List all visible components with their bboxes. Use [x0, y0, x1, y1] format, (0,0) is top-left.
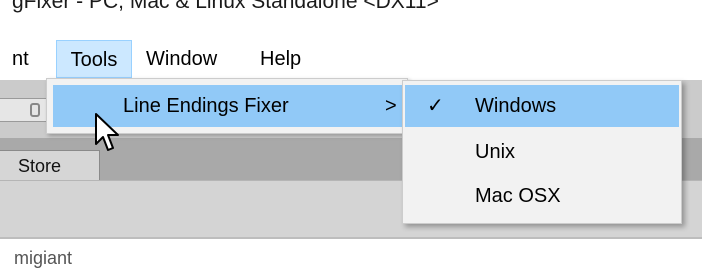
menu-item-help[interactable]: Help [260, 40, 301, 78]
title-bar: gFixer - PC, Mac & Linux Standalone <DX1… [0, 0, 702, 40]
submenu-item-mac-osx[interactable]: Mac OSX [405, 175, 679, 217]
line-endings-submenu: ✓ Windows Unix Mac OSX [402, 80, 682, 224]
submenu-item-windows[interactable]: ✓ Windows [405, 85, 679, 127]
menu-item-partial[interactable]: nt [12, 40, 29, 78]
submenu-item-label: Unix [475, 141, 516, 163]
toolbar-button[interactable] [0, 98, 50, 122]
menu-item-label: Line Endings Fixer [123, 95, 289, 117]
app-window: gFixer - PC, Mac & Linux Standalone <DX1… [0, 0, 702, 268]
tab-store[interactable]: Store [0, 150, 100, 182]
footer-text: migiant [14, 248, 73, 268]
mouse-pointer-icon [95, 113, 119, 151]
submenu-item-label: Windows [475, 95, 557, 117]
menu-bar: nt Tools Window Help [0, 40, 702, 78]
menu-item-tools[interactable]: Tools [56, 40, 132, 78]
toolbar-button-icon [30, 103, 40, 117]
menu-item-window[interactable]: Window [146, 40, 217, 78]
chevron-right-icon: > [385, 95, 397, 117]
panel-divider [0, 237, 702, 239]
submenu-item-unix[interactable]: Unix [405, 131, 679, 173]
checkmark-icon: ✓ [427, 95, 444, 117]
window-title: gFixer - PC, Mac & Linux Standalone <DX1… [12, 0, 439, 13]
submenu-item-label: Mac OSX [475, 185, 561, 207]
